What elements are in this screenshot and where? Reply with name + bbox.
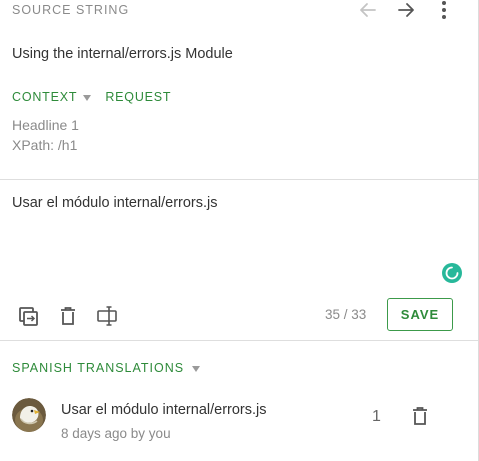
- avatar: [12, 398, 46, 432]
- translations-section-label: SPANISH TRANSLATIONS: [12, 361, 185, 375]
- arrow-right-icon[interactable]: [394, 0, 418, 20]
- source-string-heading: SOURCE STRING: [12, 3, 130, 17]
- save-button[interactable]: SAVE: [387, 298, 453, 331]
- arrow-left-icon[interactable]: [356, 0, 380, 20]
- editor-toolbar: [16, 304, 120, 328]
- translations-section-title[interactable]: SPANISH TRANSLATIONS: [12, 361, 214, 375]
- trash-icon[interactable]: [409, 404, 431, 428]
- translation-item-meta: 8 days ago by you: [61, 426, 171, 441]
- source-string-text: Using the internal/errors.js Module: [12, 46, 233, 62]
- navigation-icons: [356, 0, 456, 20]
- context-link[interactable]: CONTEXT: [12, 90, 77, 104]
- chevron-down-icon[interactable]: [192, 366, 201, 372]
- context-info: Headline 1 XPath: /h1: [12, 115, 79, 155]
- context-links: CONTEXT REQUEST: [12, 90, 171, 104]
- copy-source-icon[interactable]: [16, 304, 40, 328]
- divider: [0, 179, 478, 180]
- translation-panel: SOURCE STRING Using the internal/errors.…: [0, 0, 479, 461]
- context-line-xpath: XPath: /h1: [12, 137, 78, 153]
- trash-icon[interactable]: [56, 304, 80, 328]
- character-counter: 35 / 33: [325, 307, 367, 322]
- translation-item-text: Usar el módulo internal/errors.js: [61, 402, 267, 418]
- chevron-down-icon[interactable]: [83, 95, 92, 101]
- text-direction-icon[interactable]: [96, 304, 120, 328]
- divider: [0, 340, 478, 341]
- loading-spinner-icon: [442, 263, 462, 283]
- context-line-headline: Headline 1: [12, 117, 79, 133]
- translation-item-votes: 1: [372, 408, 381, 425]
- translation-input[interactable]: Usar el módulo internal/errors.js: [12, 195, 218, 211]
- more-vertical-icon[interactable]: [432, 0, 456, 20]
- request-link[interactable]: REQUEST: [105, 90, 171, 104]
